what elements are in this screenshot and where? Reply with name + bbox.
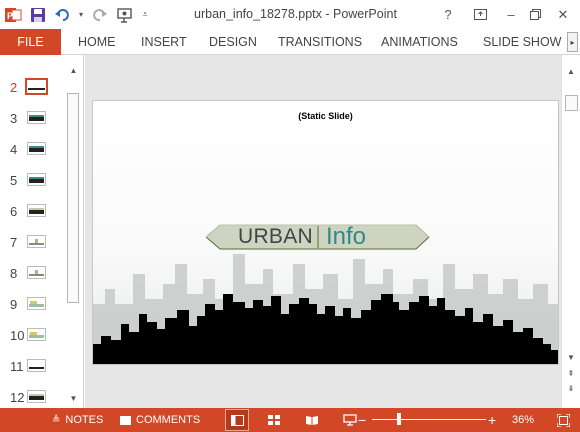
thumbnail-number: 5 xyxy=(10,173,18,188)
thumbnail-number: 9 xyxy=(10,297,18,312)
zoom-in-button[interactable]: + xyxy=(488,408,496,432)
thumbnail-image xyxy=(27,235,46,248)
title-bar: P ▾ ⩡ urban_info_18278.pptx - PowerPoint… xyxy=(0,0,580,29)
window-title: urban_info_18278.pptx - PowerPoint xyxy=(194,7,397,21)
tab-home[interactable]: HOME xyxy=(78,29,116,55)
thumbnail-number: 6 xyxy=(10,204,18,219)
comments-button[interactable]: COMMENTS xyxy=(120,408,200,432)
tab-slide-show[interactable]: SLIDE SHOW xyxy=(483,29,562,55)
restore-icon[interactable] xyxy=(520,0,550,29)
thumbnail-slide-5[interactable]: 5 xyxy=(0,169,64,193)
thumbnail-image xyxy=(27,266,46,279)
slide-thumbnail-pane: 2 3 4 5 6 7 8 9 10 11 12 ▲ ▼ xyxy=(0,55,84,408)
fit-slide-to-window-icon[interactable] xyxy=(551,409,575,431)
thumbnail-image xyxy=(27,142,46,155)
scroll-up-icon[interactable]: ▲ xyxy=(562,65,580,78)
status-bar: ≜ NOTES COMMENTS − + 36% xyxy=(0,408,580,432)
thumbnail-slide-12[interactable]: 12 xyxy=(0,386,64,408)
slide-editing-area: (Static Slide) URBAN Info xyxy=(85,55,561,408)
slide-canvas[interactable]: (Static Slide) URBAN Info xyxy=(92,100,559,365)
tab-insert[interactable]: INSERT xyxy=(141,29,187,55)
slide-caption: (Static Slide) xyxy=(298,111,353,121)
redo-icon[interactable] xyxy=(87,0,112,29)
tab-file[interactable]: FILE xyxy=(0,29,61,55)
thumbnail-slide-9[interactable]: 9 xyxy=(0,293,64,317)
thumbnail-image xyxy=(27,328,46,341)
normal-view-icon[interactable] xyxy=(225,409,249,431)
zoom-out-button[interactable]: − xyxy=(358,408,366,432)
notes-button[interactable]: ≜ NOTES xyxy=(52,408,103,432)
ribbon-display-options-icon[interactable] xyxy=(465,0,495,29)
tab-transitions[interactable]: TRANSITIONS xyxy=(278,29,362,55)
thumbnail-slide-3[interactable]: 3 xyxy=(0,107,64,131)
ribbon-scroll-right-icon[interactable]: ▸ xyxy=(567,32,578,52)
thumbnail-image xyxy=(27,359,46,372)
scrollbar-thumb[interactable] xyxy=(67,93,79,303)
customize-qat-icon[interactable]: ⩡ xyxy=(137,0,153,29)
thumbnail-slide-11[interactable]: 11 xyxy=(0,355,64,379)
thumbnail-number: 3 xyxy=(10,111,18,126)
thumbnail-slide-2[interactable]: 2 xyxy=(0,76,64,100)
thumbnail-image xyxy=(27,111,46,124)
ribbon-tabs: FILE HOME INSERT DESIGN TRANSITIONS ANIM… xyxy=(0,29,580,55)
thumbnail-slide-10[interactable]: 10 xyxy=(0,324,64,348)
thumbnail-image xyxy=(25,78,48,95)
thumbnail-image xyxy=(27,173,46,186)
thumbnail-slide-6[interactable]: 6 xyxy=(0,200,64,224)
thumbnail-number: 4 xyxy=(10,142,18,157)
thumbnail-number: 12 xyxy=(10,390,25,405)
undo-icon[interactable] xyxy=(50,0,75,29)
powerpoint-window: P ▾ ⩡ urban_info_18278.pptx - PowerPoint… xyxy=(0,0,580,432)
zoom-slider-thumb[interactable] xyxy=(397,413,401,425)
notes-icon: ≜ xyxy=(52,414,61,426)
save-icon[interactable] xyxy=(25,0,50,29)
thumbnail-slide-7[interactable]: 7 xyxy=(0,231,64,255)
thumbnail-image xyxy=(27,204,46,217)
scroll-up-icon[interactable]: ▲ xyxy=(65,63,82,78)
close-button[interactable]: ✕ xyxy=(548,0,578,29)
comments-label: COMMENTS xyxy=(136,414,201,426)
city-skyline-graphic xyxy=(93,254,558,364)
tab-design[interactable]: DESIGN xyxy=(209,29,257,55)
next-slide-icon[interactable]: ⇟ xyxy=(562,382,580,395)
previous-slide-icon[interactable]: ⇞ xyxy=(562,367,580,380)
slide-sorter-icon[interactable] xyxy=(262,409,286,431)
thumbnail-number: 10 xyxy=(10,328,25,343)
thumbnail-scrollbar[interactable]: ▲ ▼ xyxy=(65,55,82,408)
help-button[interactable]: ? xyxy=(433,0,463,29)
thumbnail-slide-8[interactable]: 8 xyxy=(0,262,64,286)
scroll-down-icon[interactable]: ▼ xyxy=(562,351,580,364)
thumbnail-number: 8 xyxy=(10,266,18,281)
tab-animations[interactable]: ANIMATIONS xyxy=(381,29,458,55)
undo-dropdown-icon[interactable]: ▾ xyxy=(75,0,87,29)
thumbnail-number: 2 xyxy=(10,80,18,95)
banner-word-info: Info xyxy=(326,223,367,250)
comments-icon xyxy=(120,415,131,425)
scroll-down-icon[interactable]: ▼ xyxy=(65,391,82,406)
slide-scrollbar[interactable]: ▲ ▼ ⇞ ⇟ xyxy=(561,55,580,408)
banner-word-urban: URBAN xyxy=(238,225,314,248)
thumbnail-slide-4[interactable]: 4 xyxy=(0,138,64,162)
start-from-beginning-icon[interactable] xyxy=(112,0,137,29)
thumbnail-number: 7 xyxy=(10,235,18,250)
thumbnail-image xyxy=(27,297,46,310)
svg-text:P: P xyxy=(7,11,13,21)
reading-view-icon[interactable] xyxy=(300,409,324,431)
quick-access-toolbar: P ▾ ⩡ xyxy=(0,0,153,29)
thumbnail-number: 11 xyxy=(10,359,24,374)
powerpoint-logo-icon[interactable]: P xyxy=(0,0,25,29)
thumbnail-image xyxy=(27,390,46,403)
zoom-slider-track[interactable] xyxy=(372,419,486,420)
zoom-level[interactable]: 36% xyxy=(512,408,534,432)
urban-info-banner: URBAN Info xyxy=(206,223,430,250)
notes-label: NOTES xyxy=(65,414,104,426)
scrollbar-thumb[interactable] xyxy=(565,95,578,111)
